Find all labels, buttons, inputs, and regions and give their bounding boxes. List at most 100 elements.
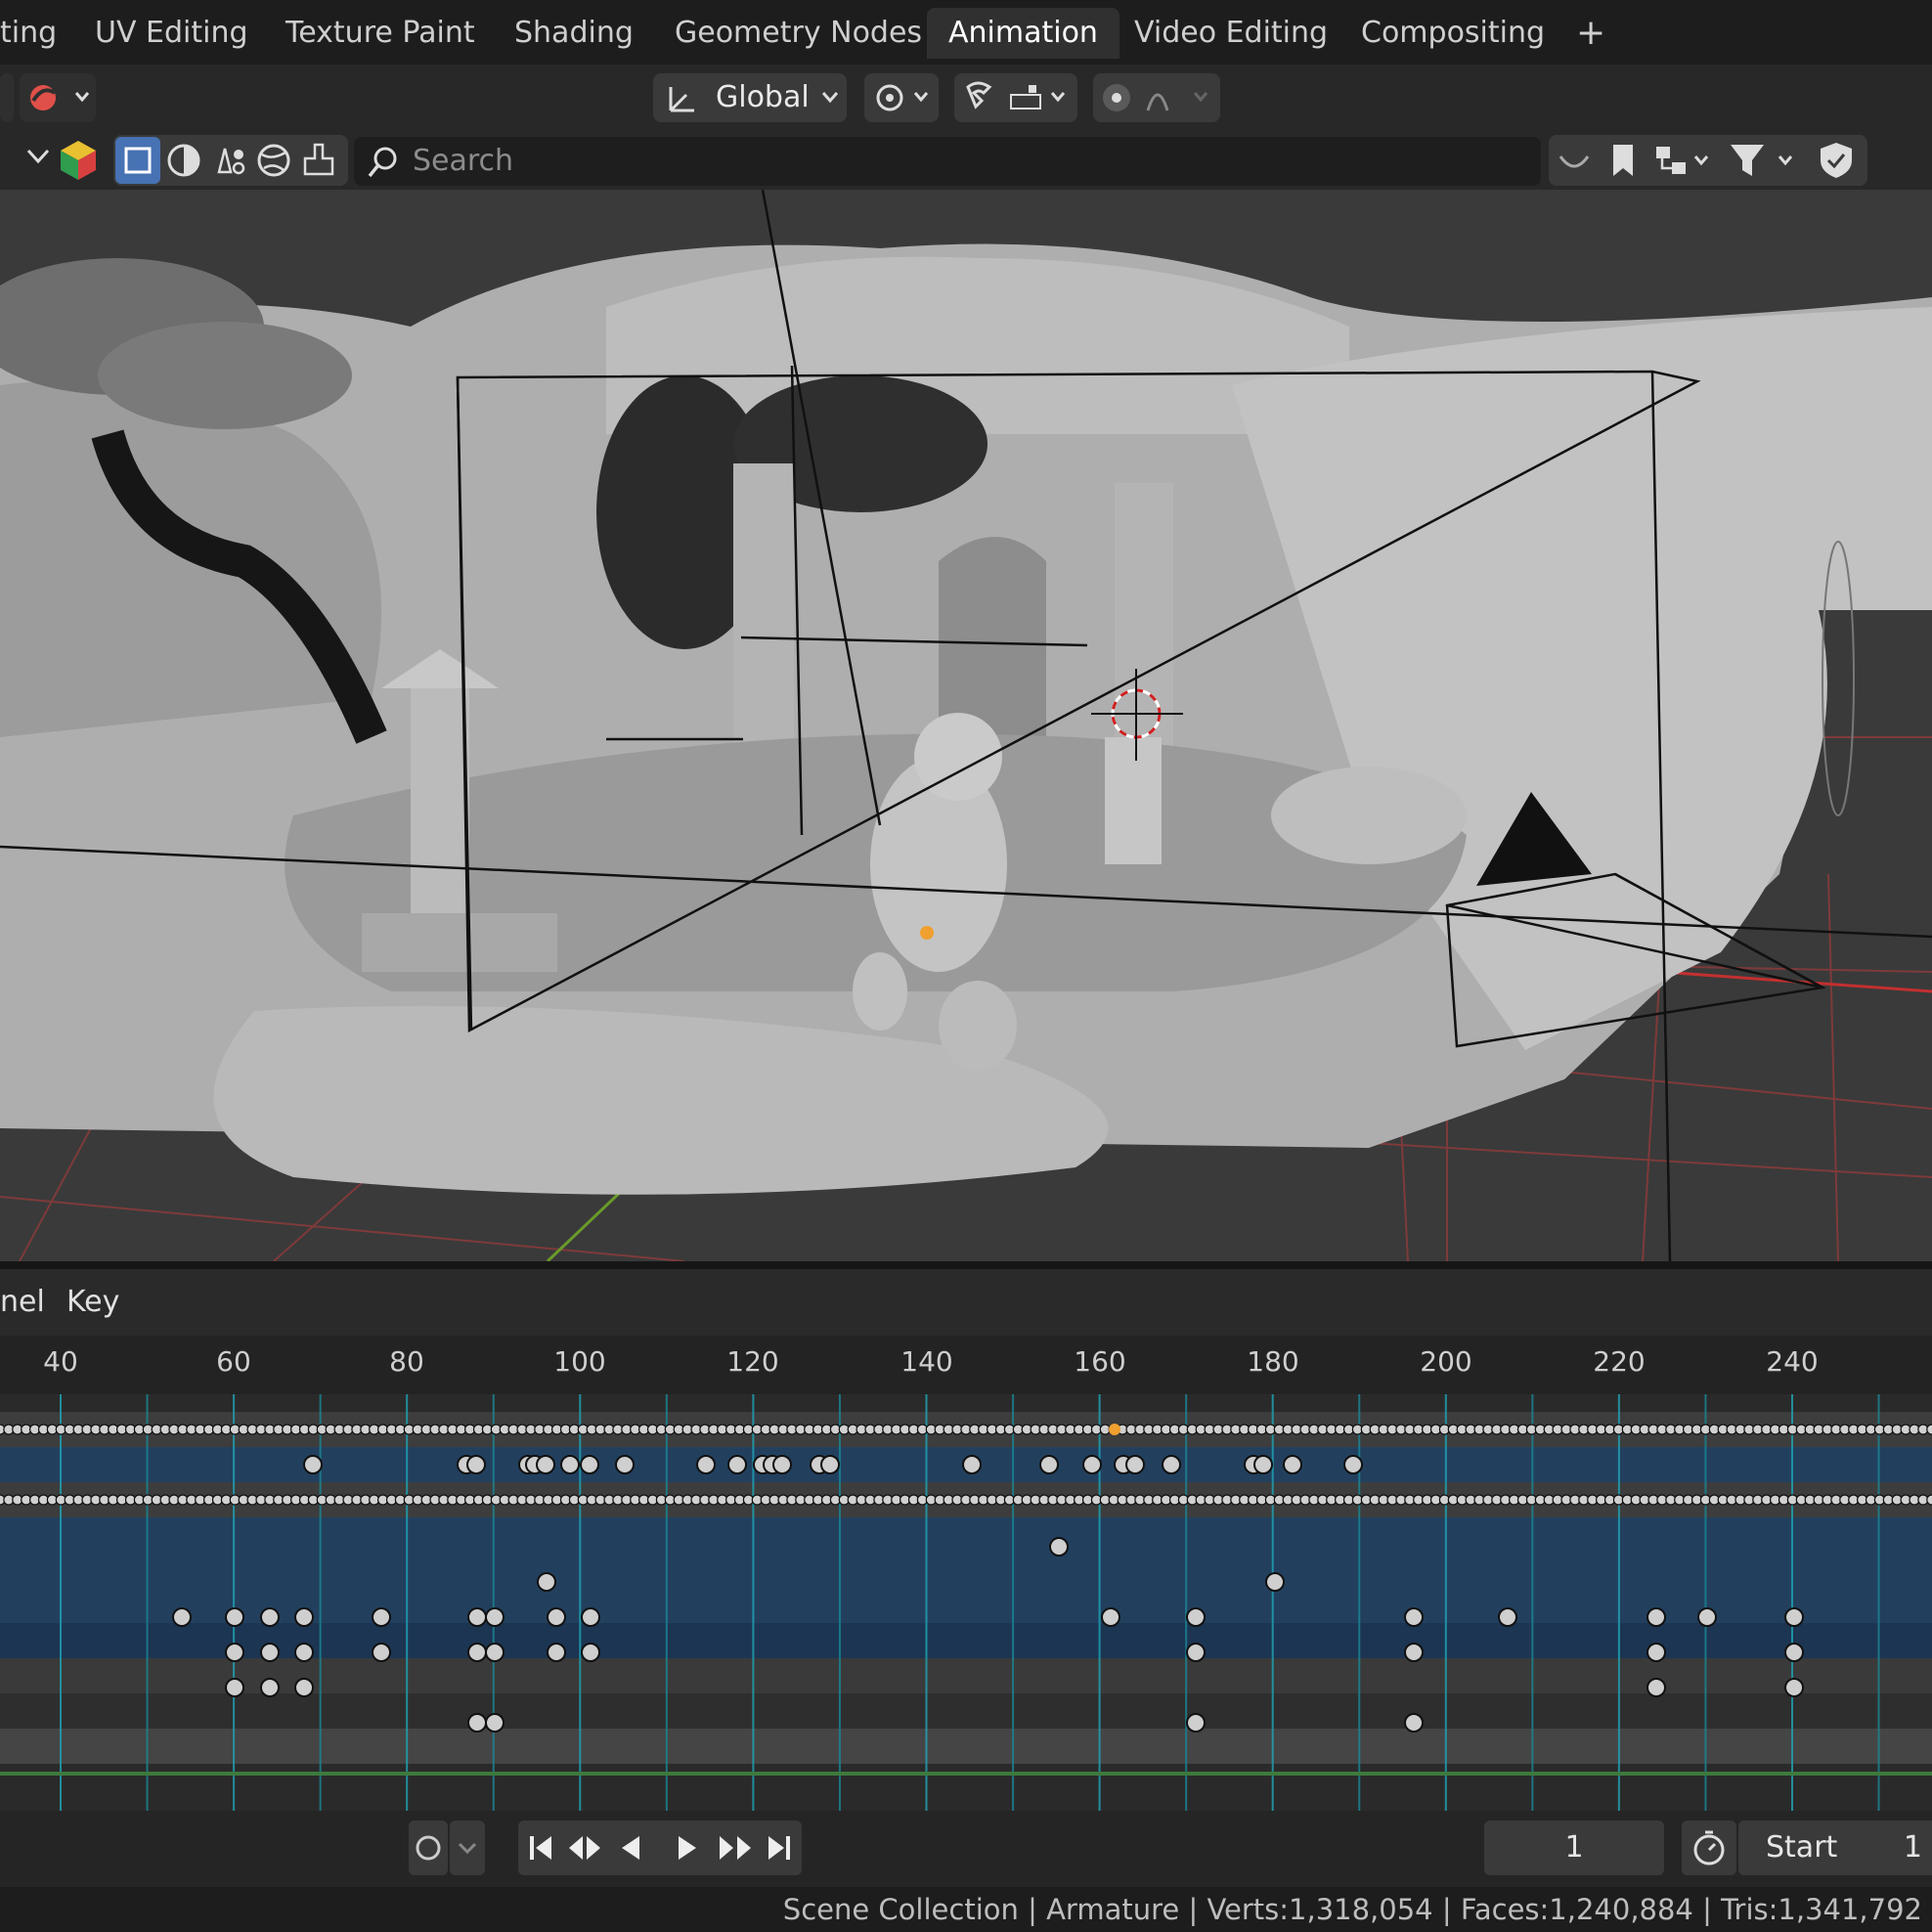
channel-row bbox=[0, 1693, 1932, 1729]
transform-orientation-dropdown[interactable]: Global bbox=[653, 73, 847, 122]
start-frame-field[interactable]: Start 1 bbox=[1738, 1821, 1932, 1875]
keyframe bbox=[260, 1607, 280, 1627]
keyframe bbox=[727, 1455, 747, 1474]
keyframe bbox=[1647, 1643, 1666, 1662]
keyframe-canvas bbox=[0, 1394, 1932, 1811]
tab-animation[interactable]: Animation bbox=[927, 8, 1120, 59]
key-menu[interactable]: Key bbox=[66, 1269, 119, 1336]
frame-tick: 200 bbox=[1420, 1345, 1472, 1378]
orientation-label: Global bbox=[716, 80, 810, 114]
channel-row bbox=[0, 1658, 1932, 1693]
transport-icons bbox=[530, 1836, 790, 1860]
bush-rock bbox=[1271, 767, 1467, 864]
status-bar: Scene Collection | Armature | Verts:1,31… bbox=[0, 1887, 1932, 1932]
keyframe bbox=[1343, 1455, 1363, 1474]
world-icon[interactable] bbox=[252, 139, 295, 182]
channel-row bbox=[0, 1588, 1932, 1623]
snap-magnet-icon bbox=[966, 81, 1066, 110]
hierarchy-icon[interactable] bbox=[1650, 139, 1719, 182]
keyframe bbox=[1101, 1607, 1120, 1627]
playhead-keyframe bbox=[1109, 1424, 1120, 1435]
tab-rigging[interactable]: ting bbox=[0, 8, 78, 59]
chevron-down-icon bbox=[821, 92, 839, 104]
frame-tick: 180 bbox=[1247, 1345, 1299, 1378]
channel-row bbox=[0, 1764, 1932, 1811]
keyframe bbox=[467, 1713, 487, 1733]
tab-uv-editing[interactable]: UV Editing bbox=[73, 8, 270, 59]
keyframe bbox=[1784, 1607, 1804, 1627]
pivot-point-dropdown[interactable] bbox=[864, 73, 939, 122]
transport-controls bbox=[518, 1821, 802, 1875]
keyframe bbox=[1498, 1607, 1517, 1627]
shield-icon[interactable] bbox=[1815, 139, 1858, 182]
filter-toggle-group bbox=[113, 135, 348, 186]
auto-key-toggle[interactable] bbox=[409, 1821, 448, 1875]
overlay-dropdown[interactable] bbox=[20, 73, 96, 122]
blender-gizmo-icon bbox=[30, 85, 90, 110]
keyframe bbox=[1253, 1455, 1273, 1474]
shading-sphere-icon[interactable] bbox=[162, 139, 205, 182]
keyframe bbox=[466, 1455, 486, 1474]
keyframe bbox=[820, 1455, 840, 1474]
channel-row bbox=[0, 1394, 1932, 1412]
keyframe-area[interactable] bbox=[0, 1394, 1932, 1811]
search-placeholder: Search bbox=[413, 144, 514, 178]
snapping-group[interactable] bbox=[954, 73, 1077, 122]
jump-end-icon bbox=[768, 1836, 784, 1860]
keyframe bbox=[962, 1455, 982, 1474]
tab-geometry-nodes[interactable]: Geometry Nodes bbox=[653, 8, 944, 59]
area-separator[interactable] bbox=[0, 1261, 1932, 1269]
frame-tick: 40 bbox=[43, 1345, 78, 1378]
proportional-editing-group[interactable] bbox=[1093, 73, 1220, 122]
keyframe bbox=[547, 1607, 566, 1627]
preview-range-toggle[interactable] bbox=[1682, 1821, 1736, 1875]
pedestal bbox=[1105, 737, 1162, 864]
keyframe bbox=[303, 1455, 323, 1474]
keyframe bbox=[225, 1607, 244, 1627]
play-icon bbox=[679, 1836, 696, 1860]
keyframe bbox=[1039, 1455, 1059, 1474]
bookmark-icon[interactable] bbox=[1602, 139, 1645, 182]
summary-keyframe bbox=[1926, 1424, 1932, 1435]
search-input[interactable]: Search bbox=[354, 137, 1541, 186]
keyframe bbox=[1125, 1455, 1145, 1474]
keyframe bbox=[581, 1607, 600, 1627]
dopesheet-menubar: nel Key bbox=[0, 1269, 1932, 1336]
frame-ruler[interactable]: 40 60 80 100 120 140 160 180 200 220 240 bbox=[0, 1336, 1932, 1394]
keyframe bbox=[1784, 1643, 1804, 1662]
frame-tick: 220 bbox=[1593, 1345, 1646, 1378]
add-workspace-button[interactable]: + bbox=[1555, 8, 1627, 59]
curve-icon[interactable] bbox=[1553, 139, 1596, 182]
keyframe bbox=[467, 1607, 487, 1627]
frame-tick: 80 bbox=[389, 1345, 424, 1378]
keyframe bbox=[560, 1455, 580, 1474]
keying-dropdown[interactable] bbox=[450, 1821, 485, 1875]
tab-compositing[interactable]: Compositing bbox=[1339, 8, 1566, 59]
tab-texture-paint[interactable]: Texture Paint bbox=[264, 8, 497, 59]
select-box-icon[interactable] bbox=[115, 137, 160, 184]
jump-start-icon bbox=[536, 1836, 551, 1860]
current-frame-field[interactable]: 1 bbox=[1484, 1821, 1664, 1875]
keyframe bbox=[580, 1455, 599, 1474]
brush-icon[interactable] bbox=[297, 139, 340, 182]
chevron-down-icon[interactable] bbox=[25, 147, 51, 166]
tab-shading[interactable]: Shading bbox=[493, 8, 655, 59]
particles-icon[interactable] bbox=[207, 139, 250, 182]
keyframe bbox=[1162, 1455, 1181, 1474]
playback-bar: 1 Start 1 bbox=[0, 1811, 1932, 1887]
color-cube-icon[interactable] bbox=[59, 139, 98, 182]
tab-video-editing[interactable]: Video Editing bbox=[1113, 8, 1349, 59]
keyframe bbox=[1283, 1455, 1302, 1474]
3d-viewport[interactable] bbox=[0, 190, 1932, 1261]
keyframe bbox=[225, 1678, 244, 1697]
mode-dropdown-tail[interactable] bbox=[0, 73, 14, 122]
jump-end-icon bbox=[786, 1836, 790, 1860]
filter-funnel-icon[interactable] bbox=[1725, 139, 1803, 182]
channel-menu[interactable]: nel bbox=[0, 1269, 45, 1336]
record-circle-icon bbox=[416, 1835, 441, 1861]
keyframe bbox=[1049, 1537, 1069, 1557]
start-label: Start bbox=[1766, 1830, 1838, 1865]
stopwatch-icon bbox=[1693, 1830, 1725, 1866]
keyframe bbox=[294, 1643, 314, 1662]
prev-keyframe-icon bbox=[569, 1836, 583, 1860]
